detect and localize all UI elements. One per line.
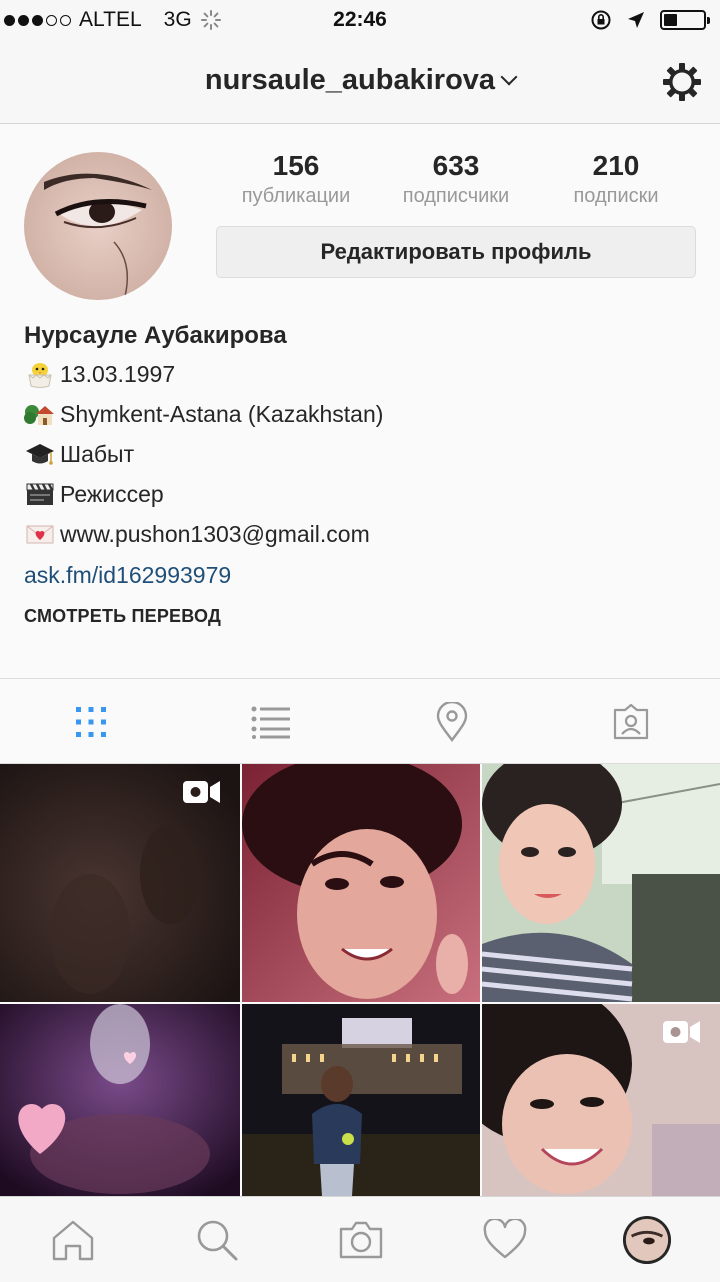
gear-icon: [663, 63, 701, 101]
email-text: www.pushon1303@gmail.com: [60, 520, 370, 547]
post-thumbnail[interactable]: [242, 1004, 480, 1196]
hatching-chick-icon: [28, 363, 52, 388]
video-camera-icon: [183, 781, 220, 803]
status-bar: ALTEL 3G 22:46: [0, 0, 720, 40]
post-thumbnail[interactable]: [242, 764, 480, 1002]
post-thumbnail[interactable]: [482, 1004, 720, 1196]
video-camera-icon: [663, 1021, 700, 1043]
grid-view-icon: [76, 707, 106, 737]
tagged-photos-icon: [613, 703, 649, 740]
posts-count-stat[interactable]: 156 публикации: [216, 150, 376, 208]
full-name: Нурсауле Аубакирова: [24, 322, 287, 349]
post-image: [482, 764, 720, 1002]
followers-label: подписчики: [402, 185, 510, 207]
post-image: [242, 764, 480, 1002]
home-icon: [52, 1220, 94, 1261]
post-image: [242, 1004, 480, 1196]
battery-icon: [660, 10, 710, 30]
profile-avatar: [622, 1215, 672, 1265]
tab-tagged[interactable]: [606, 697, 656, 747]
search-icon: [197, 1220, 238, 1261]
heart-icon: [483, 1219, 527, 1259]
profile-bio: Нурсауле Аубакирова 13.03.1997 Shymkent-…: [24, 322, 704, 627]
school-text: Шабыт: [60, 440, 135, 467]
post-thumbnail[interactable]: [482, 764, 720, 1002]
graduation-cap-icon: [26, 444, 54, 465]
tab-activity[interactable]: [480, 1215, 530, 1265]
camera-icon: [339, 1221, 383, 1259]
location-text: Shymkent-Astana (Kazakhstan): [60, 400, 384, 427]
tab-profile[interactable]: [622, 1215, 672, 1265]
post-image: [0, 1004, 240, 1196]
tab-home[interactable]: [48, 1215, 98, 1265]
profile-avatar[interactable]: [24, 152, 172, 300]
username-title: nursaule_aubakirova: [204, 64, 496, 96]
avatar-photo: [24, 152, 172, 300]
settings-button[interactable]: [660, 60, 704, 104]
tab-camera[interactable]: [336, 1215, 386, 1265]
profile-nav-bar: nursaule_aubakirova: [0, 40, 720, 124]
rotation-lock-icon: [591, 10, 611, 30]
followers-count-stat[interactable]: 633 подписчики: [376, 150, 536, 208]
posts-grid: [0, 764, 720, 1196]
status-bar-right: [590, 9, 710, 31]
following-count-stat[interactable]: 210 подписки: [536, 150, 696, 208]
bottom-tab-bar: [0, 1196, 720, 1282]
ask-fm-link[interactable]: ask.fm/id162993979: [24, 554, 704, 596]
location-pin-icon: [436, 702, 468, 742]
account-switcher[interactable]: nursaule_aubakirova: [0, 64, 720, 97]
profession-text: Режиссер: [60, 480, 164, 507]
tab-search[interactable]: [192, 1215, 242, 1265]
list-view-icon: [251, 706, 290, 739]
following-label: подписки: [573, 185, 659, 207]
see-translation-button[interactable]: СМОТРЕТЬ ПЕРЕВОД: [24, 606, 704, 627]
tab-grid[interactable]: [66, 697, 116, 747]
posts-count: 156: [272, 150, 320, 181]
edit-profile-button[interactable]: Редактировать профиль: [216, 226, 696, 278]
clapper-board-icon: [26, 483, 54, 505]
love-letter-icon: [26, 525, 54, 544]
chevron-down-icon: [500, 68, 518, 86]
posts-label: публикации: [241, 185, 351, 207]
following-count: 210: [592, 150, 640, 181]
tab-map[interactable]: [427, 697, 477, 747]
house-with-garden-icon: [24, 405, 54, 425]
post-thumbnail[interactable]: [0, 764, 240, 1002]
location-arrow-icon: [628, 12, 644, 28]
bio-line-profession: Режиссер: [24, 474, 704, 514]
post-thumbnail[interactable]: [0, 1004, 240, 1196]
bio-line-location: Shymkent-Astana (Kazakhstan): [24, 394, 704, 434]
bio-line-email: www.pushon1303@gmail.com: [24, 514, 704, 554]
tab-list[interactable]: [246, 697, 296, 747]
bio-line-birthday: 13.03.1997: [24, 354, 704, 394]
profile-view-tabs: [0, 678, 720, 764]
followers-count: 633: [432, 150, 480, 181]
birthday-text: 13.03.1997: [60, 360, 176, 387]
bio-line-school: Шабыт: [24, 434, 704, 474]
